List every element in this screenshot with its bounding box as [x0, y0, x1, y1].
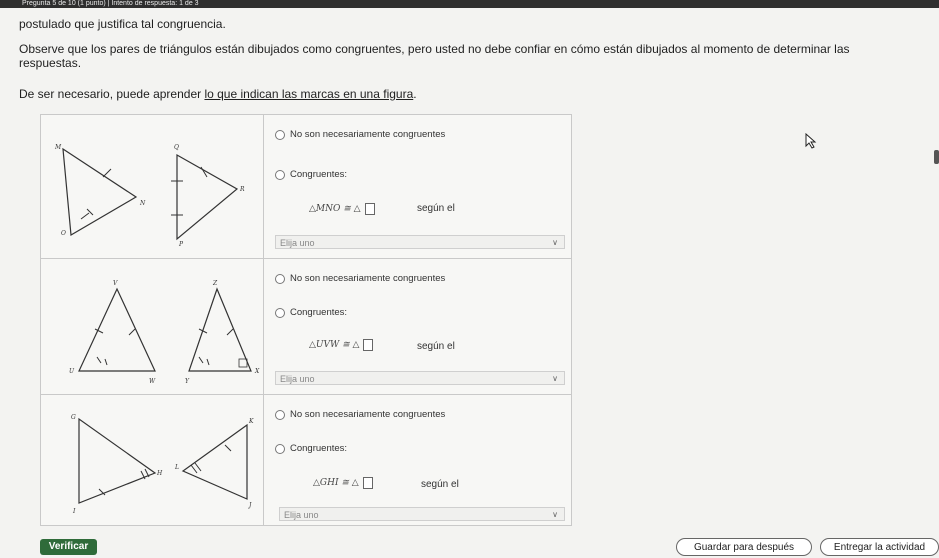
- submit-activity-button[interactable]: Entregar la actividad: [820, 538, 939, 556]
- chevron-down-icon: ∨: [552, 374, 558, 383]
- equation-text: △GHI ≅ △: [313, 478, 359, 488]
- vertex-label: U: [69, 368, 75, 375]
- vertex-label: K: [248, 418, 254, 425]
- answer-box[interactable]: [363, 339, 374, 351]
- vertex-label: N: [139, 200, 146, 207]
- answer-box[interactable]: [362, 477, 373, 489]
- learn-marks-link[interactable]: lo que indican las marcas en una figura: [204, 87, 413, 101]
- triangle-figure-1: M Q N R O P: [41, 115, 263, 258]
- mouse-cursor-icon: [805, 133, 817, 149]
- congruence-statement: △MNO ≅ △: [309, 203, 375, 215]
- verify-button[interactable]: Verificar: [40, 539, 97, 555]
- vertex-label: J: [247, 502, 252, 509]
- vertex-label: Q: [174, 144, 179, 151]
- option-label: No son necesariamente congruentes: [290, 129, 446, 140]
- postulate-select[interactable]: Elija uno ∨: [275, 235, 565, 249]
- instruction-postulate: postulado que justifica tal congruencia.: [19, 17, 226, 31]
- option-label: Congruentes:: [290, 443, 348, 454]
- option-congruent[interactable]: Congruentes:: [275, 307, 347, 318]
- question-row-3: G K H L I J No son necesariamente congru…: [41, 395, 571, 525]
- vertex-label: P: [178, 241, 184, 248]
- instruction-learn: De ser necesario, puede aprender lo que …: [19, 87, 417, 101]
- triangle-figure-3: G K H L I J: [41, 395, 263, 525]
- select-placeholder: Elija uno: [284, 510, 319, 520]
- learn-prefix: De ser necesario, puede aprender: [19, 87, 205, 101]
- postulate-select[interactable]: Elija uno ∨: [279, 507, 565, 521]
- segun-label: según el: [421, 479, 459, 490]
- triangle-figure-2: V Z U W Y X: [41, 259, 263, 394]
- vertex-label: O: [61, 230, 66, 237]
- vertex-label: M: [54, 144, 62, 151]
- radio-icon[interactable]: [275, 169, 285, 180]
- question-row-2: V Z U W Y X No son necesariamente congru…: [41, 259, 571, 395]
- vertex-label: I: [72, 508, 76, 515]
- radio-icon[interactable]: [275, 129, 285, 140]
- vertex-label: G: [71, 414, 76, 421]
- select-placeholder: Elija uno: [280, 374, 315, 384]
- radio-icon[interactable]: [275, 409, 285, 420]
- scrollbar-handle[interactable]: [934, 150, 939, 164]
- option-label: Congruentes:: [290, 169, 348, 180]
- option-congruent[interactable]: Congruentes:: [275, 169, 347, 180]
- column-divider: [263, 115, 264, 258]
- congruence-statement: △UVW ≅ △: [309, 339, 374, 351]
- radio-icon[interactable]: [275, 307, 285, 318]
- option-not-congruent[interactable]: No son necesariamente congruentes: [275, 129, 445, 140]
- column-divider: [263, 395, 264, 525]
- option-label: No son necesariamente congruentes: [290, 273, 446, 284]
- option-not-congruent[interactable]: No son necesariamente congruentes: [275, 273, 445, 284]
- vertex-label: Z: [212, 280, 218, 287]
- save-later-button[interactable]: Guardar para después: [676, 538, 812, 556]
- vertex-label: V: [113, 280, 118, 287]
- vertex-label: H: [156, 470, 163, 477]
- vertex-label: L: [174, 464, 179, 471]
- answer-box[interactable]: [364, 203, 375, 215]
- congruence-statement: △GHI ≅ △: [313, 477, 373, 489]
- question-row-1: M Q N R O P No son necesariamente congru…: [41, 115, 571, 259]
- question-grid: M Q N R O P No son necesariamente congru…: [40, 114, 572, 526]
- radio-icon[interactable]: [275, 273, 285, 284]
- option-label: No son necesariamente congruentes: [290, 409, 446, 420]
- column-divider: [263, 259, 264, 394]
- instruction-observe: Observe que los pares de triángulos está…: [19, 42, 850, 70]
- select-placeholder: Elija uno: [280, 238, 315, 248]
- option-congruent[interactable]: Congruentes:: [275, 443, 347, 454]
- segun-label: según el: [417, 203, 455, 214]
- vertex-label: W: [149, 378, 156, 385]
- segun-label: según el: [417, 341, 455, 352]
- vertex-label: X: [254, 368, 260, 375]
- question-counter-bar: Pregunta 5 de 10 (1 punto) | Intento de …: [0, 0, 939, 8]
- option-not-congruent[interactable]: No son necesariamente congruentes: [275, 409, 445, 420]
- option-label: Congruentes:: [290, 307, 348, 318]
- chevron-down-icon: ∨: [552, 510, 558, 519]
- equation-text: △MNO ≅ △: [309, 204, 361, 214]
- question-counter: Pregunta 5 de 10 (1 punto) | Intento de …: [22, 0, 199, 7]
- equation-text: △UVW ≅ △: [309, 340, 360, 350]
- radio-icon[interactable]: [275, 443, 285, 454]
- vertex-label: R: [239, 186, 245, 193]
- postulate-select[interactable]: Elija uno ∨: [275, 371, 565, 385]
- chevron-down-icon: ∨: [552, 238, 558, 247]
- vertex-label: Y: [185, 378, 190, 385]
- learn-suffix: .: [413, 87, 417, 101]
